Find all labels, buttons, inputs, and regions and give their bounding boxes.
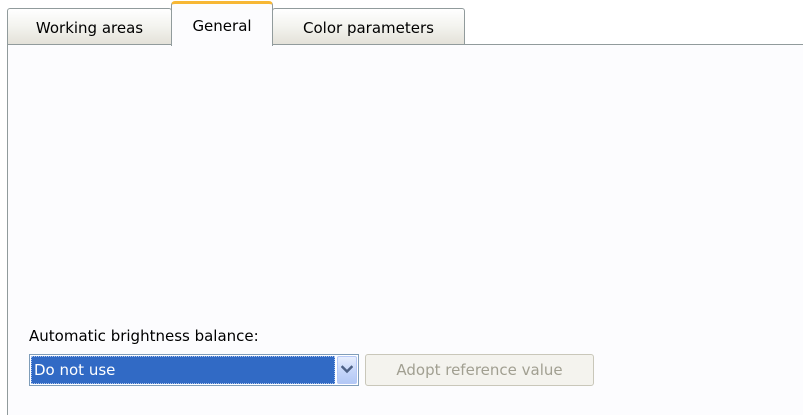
tab-general[interactable]: General [171, 1, 273, 46]
tab-strip: Working areas General Color parameters [0, 0, 803, 46]
dropdown-button[interactable] [337, 356, 357, 384]
tab-label: General [192, 17, 252, 35]
adopt-reference-value-button[interactable]: Adopt reference value [365, 354, 594, 386]
properties-window: Working areas General Color parameters A… [0, 0, 803, 415]
general-tab-panel: Automatic brightness balance: Do not use… [7, 44, 803, 415]
tab-label: Working areas [35, 18, 144, 37]
brightness-balance-select[interactable]: Do not use [29, 354, 359, 386]
tab-label: Color parameters [303, 18, 434, 37]
tab-working-areas[interactable]: Working areas [7, 8, 172, 45]
chevron-down-icon [341, 365, 353, 374]
brightness-balance-label: Automatic brightness balance: [29, 327, 259, 345]
brightness-balance-value: Do not use [31, 356, 335, 384]
tab-color-parameters[interactable]: Color parameters [272, 8, 465, 45]
